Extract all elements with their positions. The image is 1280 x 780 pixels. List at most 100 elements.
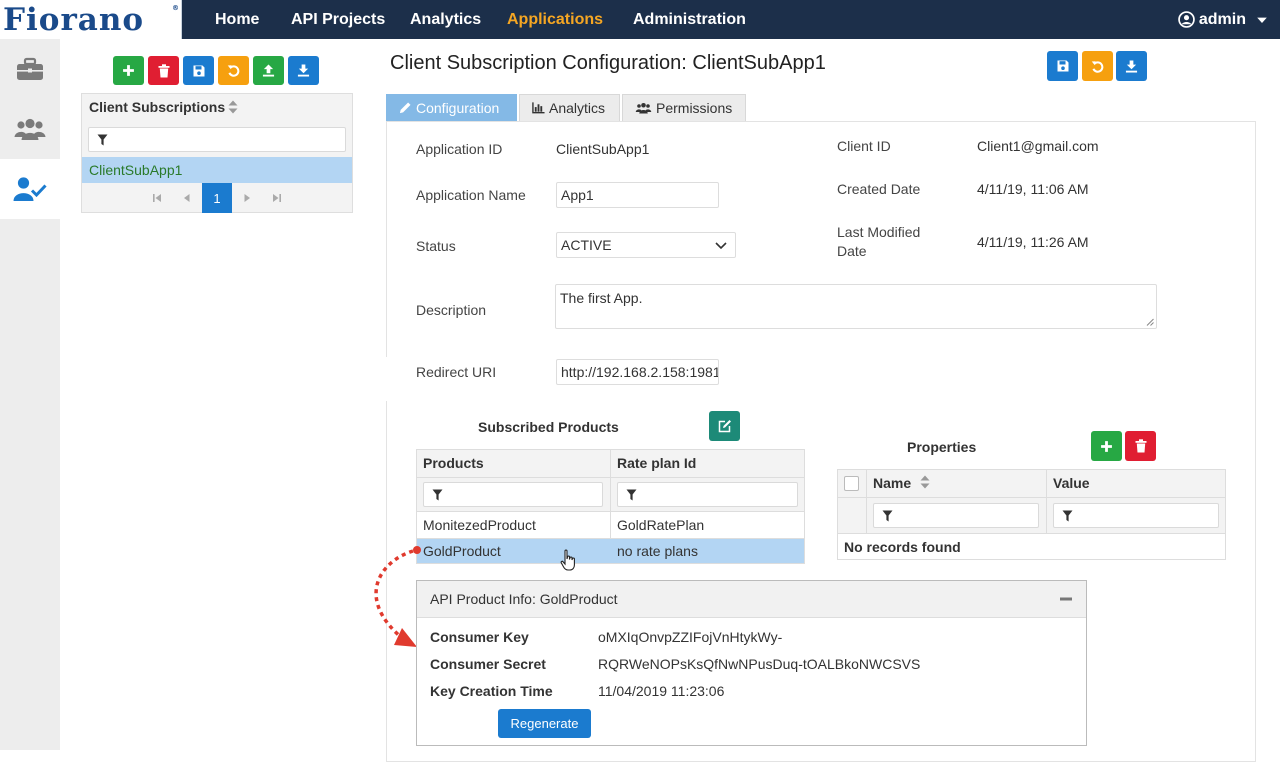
trash-icon — [1135, 439, 1146, 453]
registered-mark: ® — [172, 4, 179, 12]
nav-home[interactable]: Home — [215, 0, 259, 39]
first-page-button[interactable] — [142, 183, 172, 213]
column-header-rate-plan[interactable]: Rate plan Id — [617, 455, 696, 471]
nav-analytics[interactable]: Analytics — [410, 0, 481, 39]
page-title: Client Subscription Configuration: Clien… — [390, 52, 826, 74]
last-page-icon — [273, 194, 281, 202]
tab-analytics-label: Analytics — [549, 100, 606, 116]
column-divider — [866, 470, 867, 534]
resize-handle-icon[interactable] — [1146, 318, 1154, 326]
key-creation-time-label: Key Creation Time — [430, 683, 553, 699]
column-header-products[interactable]: Products — [423, 455, 484, 471]
tab-permissions-label: Permissions — [656, 100, 733, 116]
application-name-input[interactable]: App1 — [556, 182, 719, 208]
column-header-value[interactable]: Value — [1053, 475, 1090, 491]
client-subscriptions-title: Client Subscriptions — [89, 99, 226, 115]
panel-gap — [386, 357, 392, 401]
top-navbar: Fiorano ® Home API Projects Analytics Ap… — [0, 0, 1280, 39]
tab-permissions[interactable]: Permissions — [622, 94, 746, 121]
api-product-info-title: API Product Info: GoldProduct — [430, 591, 618, 607]
side-item-projects[interactable] — [0, 39, 60, 99]
user-name: admin — [1198, 10, 1246, 28]
briefcase-icon — [17, 57, 43, 80]
add-button[interactable] — [113, 56, 144, 85]
status-select[interactable]: ACTIVE — [556, 232, 736, 258]
last-page-button[interactable] — [262, 183, 292, 213]
rate-plan-cell[interactable]: GoldRatePlan — [617, 517, 704, 533]
page-number-button[interactable]: 1 — [202, 183, 232, 213]
name-filter-input[interactable] — [873, 503, 1039, 528]
edit-icon — [718, 420, 731, 433]
column-divider — [1046, 470, 1047, 534]
client-id-label: Client ID — [837, 138, 891, 154]
logo-text: Fiorano — [3, 2, 145, 38]
prev-page-button[interactable] — [172, 183, 202, 213]
download-button[interactable] — [288, 56, 319, 85]
client-subscriptions-header[interactable]: Client Subscriptions — [82, 94, 352, 120]
delete-property-button[interactable] — [1125, 431, 1156, 461]
filter-icon — [882, 510, 893, 522]
side-item-groups[interactable] — [0, 99, 60, 159]
status-selected-value: ACTIVE — [561, 237, 612, 253]
client-subscriptions-filter[interactable] — [88, 127, 346, 152]
value-filter-input[interactable] — [1053, 503, 1219, 528]
header-save-button[interactable] — [1047, 51, 1078, 81]
plus-icon — [1101, 440, 1112, 452]
column-header-name[interactable]: Name — [873, 475, 911, 491]
products-filter-input[interactable] — [423, 482, 603, 507]
delete-button[interactable] — [148, 56, 179, 85]
header-reset-button[interactable] — [1082, 51, 1113, 81]
undo-icon — [1091, 60, 1104, 73]
hand-cursor-icon — [560, 549, 575, 571]
rate-plan-filter-input[interactable] — [617, 482, 798, 507]
last-modified-label-line2: Date — [837, 243, 867, 259]
collapse-button[interactable] — [1056, 589, 1076, 609]
redirect-uri-input[interactable]: http://192.168.2.158:1981 — [556, 359, 719, 385]
description-textarea[interactable]: The first App. — [555, 284, 1157, 329]
side-item-applications[interactable] — [0, 159, 60, 219]
edit-subscriptions-button[interactable] — [709, 411, 740, 441]
regenerate-button[interactable]: Regenerate — [498, 709, 591, 738]
upload-button[interactable] — [253, 56, 284, 85]
nav-administration[interactable]: Administration — [633, 0, 746, 39]
filter-icon — [1062, 510, 1073, 522]
key-creation-time-value: 11/04/2019 11:23:06 — [598, 683, 725, 699]
description-text: The first App. — [560, 290, 643, 306]
application-name-label: Application Name — [416, 187, 526, 203]
undo-icon — [227, 65, 240, 77]
users-icon — [635, 102, 652, 114]
product-cell[interactable]: MonitezedProduct — [423, 517, 536, 533]
consumer-secret-value: RQRWeNOPsKsQfNwNPusDuq-tOALBkoNWCSVS — [598, 656, 921, 672]
add-property-button[interactable] — [1091, 431, 1122, 461]
consumer-key-value: oMXIqOnvpZZIFojVnHtykWy- — [598, 629, 783, 645]
redirect-uri-label: Redirect URI — [416, 364, 497, 380]
download-icon — [297, 64, 310, 77]
reset-button[interactable] — [218, 56, 249, 85]
client-id-value: Client1@gmail.com — [977, 138, 1099, 154]
header-download-button[interactable] — [1116, 51, 1147, 81]
tab-configuration-label: Configuration — [416, 100, 500, 116]
rate-plan-cell[interactable]: no rate plans — [617, 543, 698, 559]
floppy-icon — [193, 65, 204, 76]
nav-api-projects[interactable]: API Projects — [291, 0, 385, 39]
side-nav — [0, 39, 60, 750]
tab-configuration[interactable]: Configuration — [386, 94, 517, 121]
list-item-clientsubapp1[interactable]: ClientSubApp1 — [82, 157, 352, 183]
save-button[interactable] — [183, 56, 214, 85]
tab-analytics[interactable]: Analytics — [519, 94, 620, 121]
created-date-value: 4/11/19, 11:06 AM — [977, 181, 1089, 197]
filter-icon — [432, 489, 443, 501]
product-cell[interactable]: GoldProduct — [423, 543, 501, 559]
user-menu[interactable]: admin — [1178, 0, 1268, 39]
properties-title: Properties — [907, 439, 977, 455]
status-label: Status — [416, 238, 456, 254]
next-page-button[interactable] — [232, 183, 262, 213]
sort-icon[interactable] — [920, 475, 930, 489]
chevron-down-icon — [715, 242, 727, 250]
sort-icon[interactable] — [228, 100, 238, 114]
select-all-checkbox[interactable] — [844, 476, 859, 491]
fiorano-logo[interactable]: Fiorano ® — [0, 0, 182, 39]
nav-applications[interactable]: Applications — [507, 0, 603, 39]
filter-icon — [626, 489, 637, 501]
upload-icon — [262, 64, 275, 77]
